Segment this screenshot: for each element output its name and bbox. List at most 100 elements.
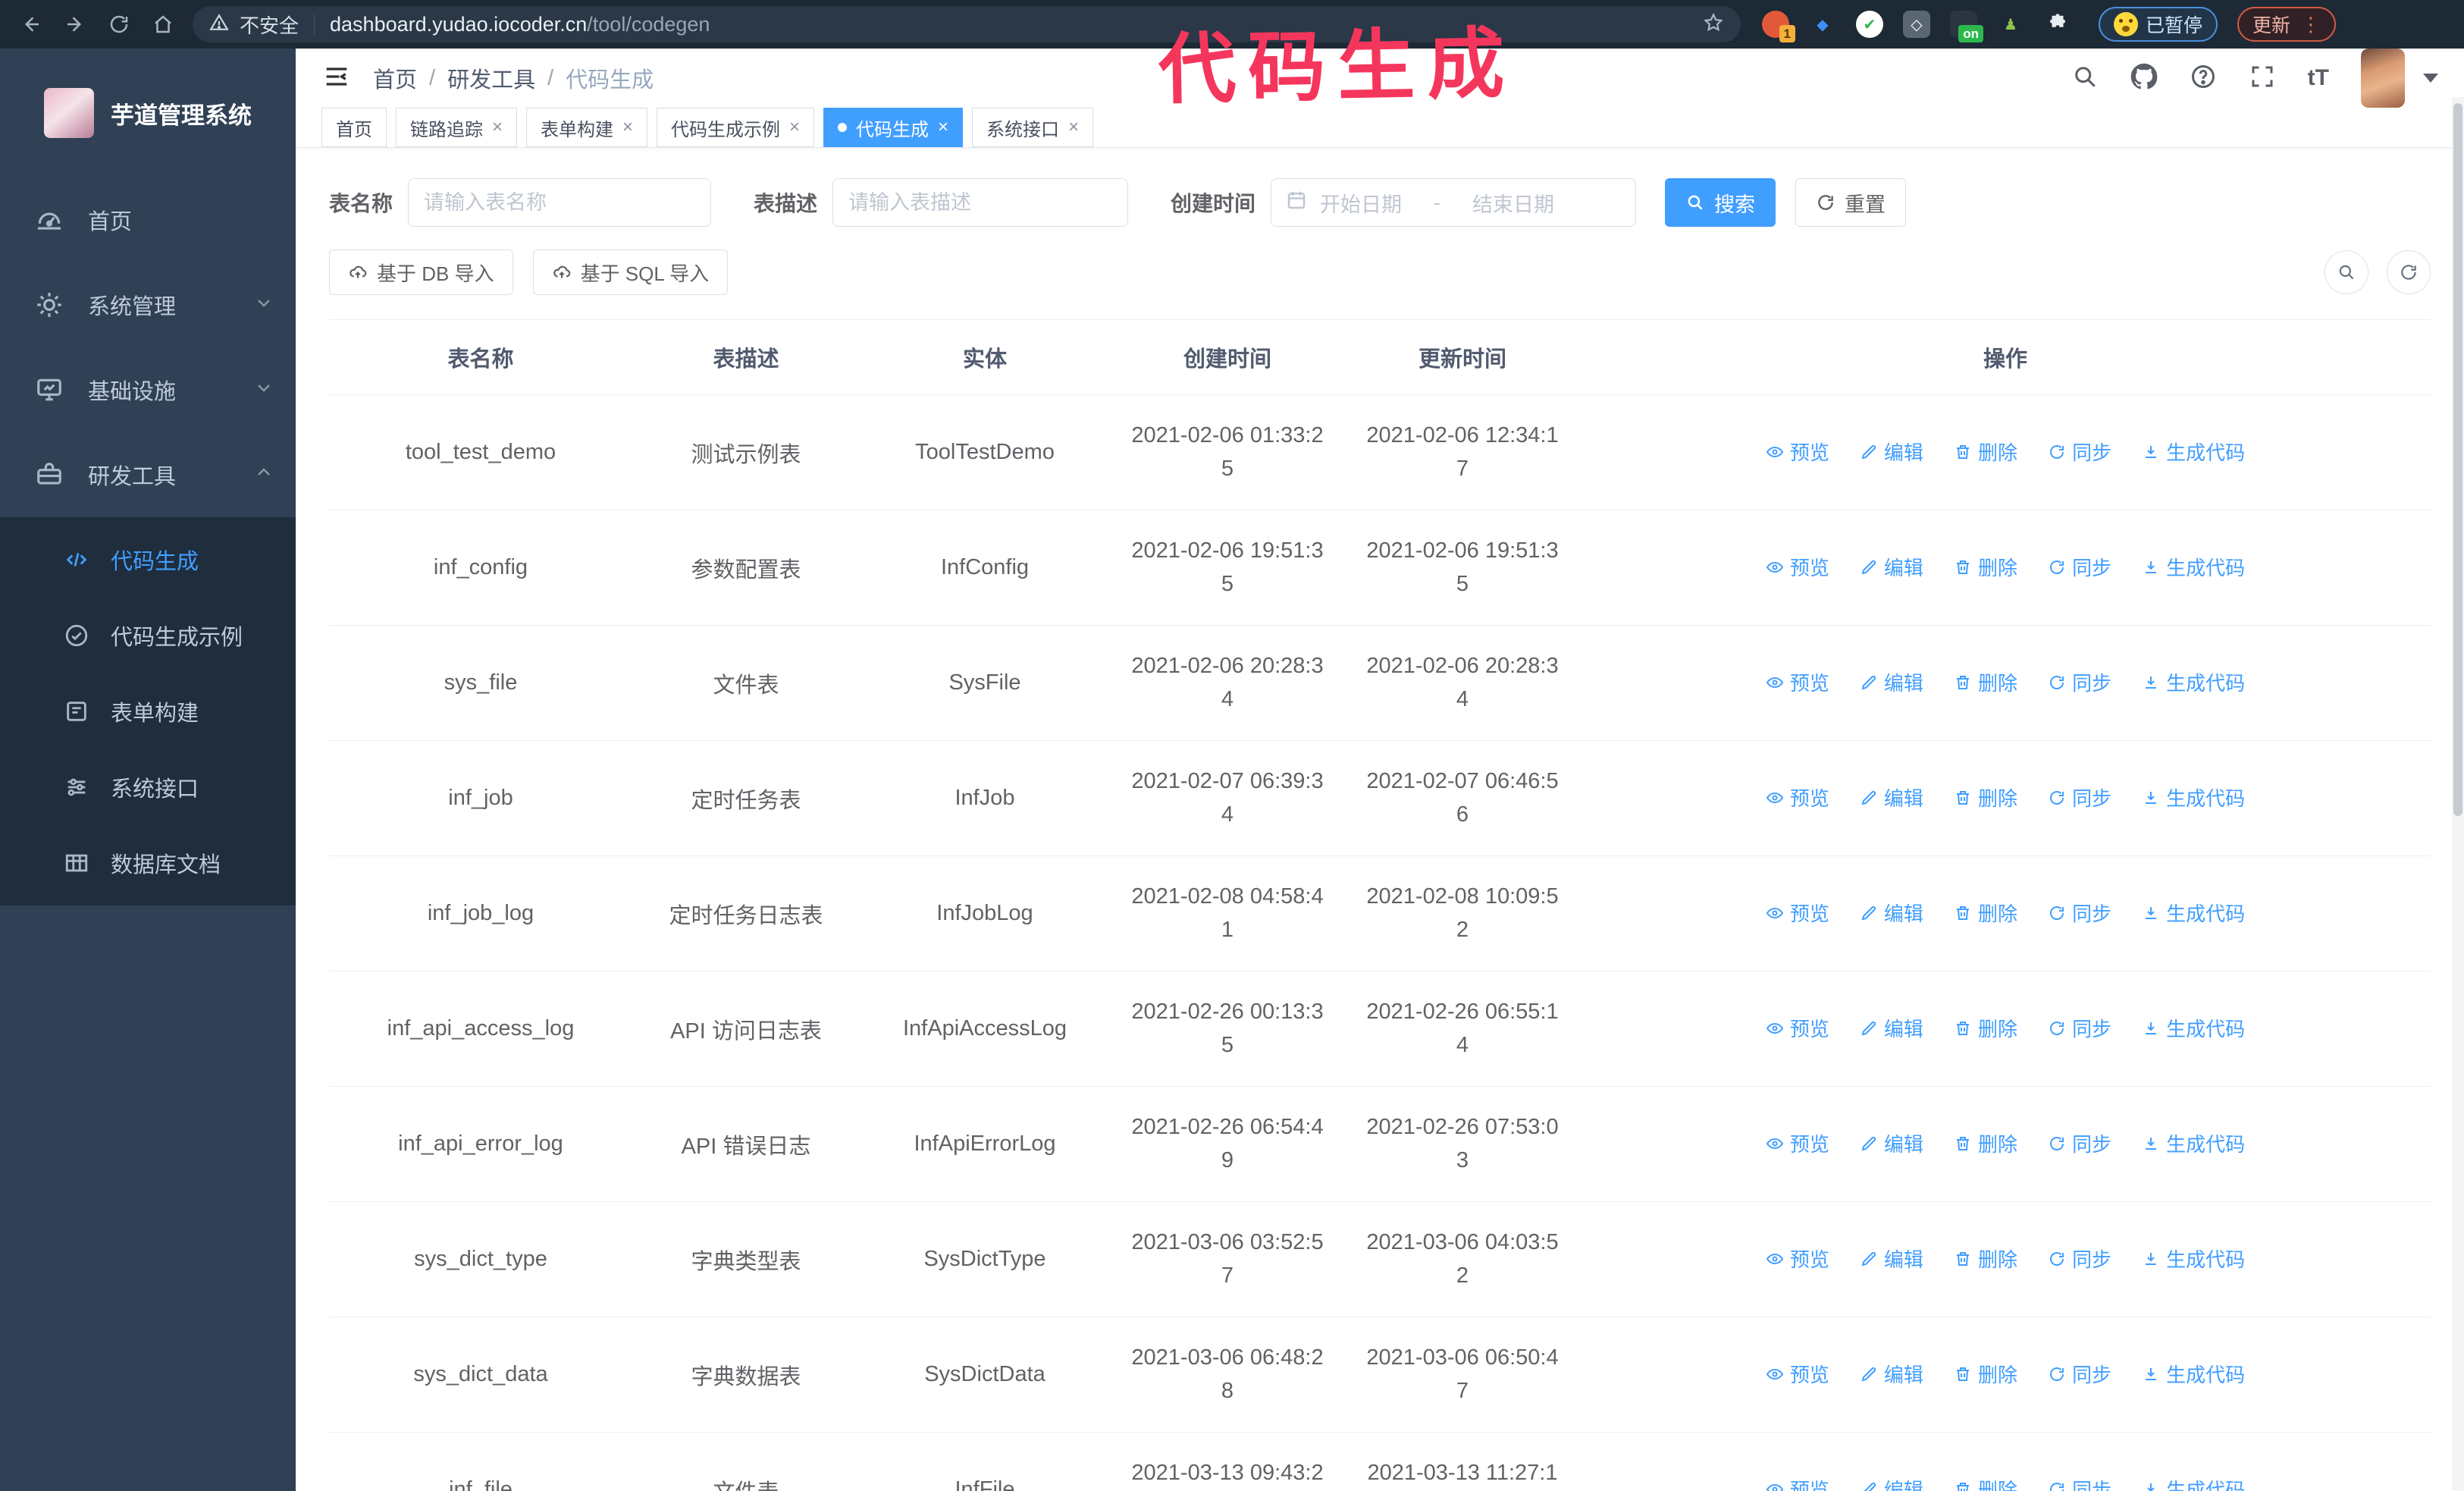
edit-link[interactable]: 编辑 [1860, 668, 1923, 696]
browser-home-icon[interactable] [149, 10, 177, 39]
sync-link[interactable]: 同步 [2048, 1245, 2111, 1273]
security-warning-icon[interactable] [209, 13, 229, 36]
generate-code-link[interactable]: 生成代码 [2142, 438, 2245, 466]
browser-reload-icon[interactable] [105, 10, 133, 39]
delete-link[interactable]: 删除 [1954, 438, 2017, 466]
hamburger-icon[interactable] [321, 61, 352, 96]
extension-icon[interactable]: ◇ [1903, 11, 1930, 38]
date-range-picker[interactable]: 开始日期 - 结束日期 [1271, 178, 1637, 227]
sidebar-item-system-api[interactable]: 系统接口 [0, 749, 296, 825]
delete-link[interactable]: 删除 [1954, 668, 2017, 696]
extension-icon[interactable]: ✔ [1856, 11, 1883, 38]
sync-link[interactable]: 同步 [2048, 1475, 2111, 1491]
preview-link[interactable]: 预览 [1766, 783, 1829, 811]
edit-link[interactable]: 编辑 [1860, 553, 1923, 581]
generate-code-link[interactable]: 生成代码 [2142, 1360, 2245, 1388]
delete-link[interactable]: 删除 [1954, 1360, 2017, 1388]
table-desc-input[interactable] [832, 178, 1129, 227]
search-button[interactable]: 搜索 [1665, 178, 1776, 227]
sidebar-item-home[interactable]: 首页 [0, 177, 296, 262]
preview-link[interactable]: 预览 [1766, 1014, 1829, 1042]
scrollbar-thumb[interactable] [2453, 103, 2462, 816]
close-icon[interactable]: × [789, 118, 800, 137]
sync-link[interactable]: 同步 [2048, 438, 2111, 466]
sync-link[interactable]: 同步 [2048, 1360, 2111, 1388]
generate-code-link[interactable]: 生成代码 [2142, 1245, 2245, 1273]
sync-link[interactable]: 同步 [2048, 783, 2111, 811]
delete-link[interactable]: 删除 [1954, 1475, 2017, 1491]
refresh-table-button[interactable] [2387, 250, 2431, 294]
browser-forward-icon[interactable] [61, 10, 89, 39]
bookmark-star-icon[interactable] [1703, 12, 1724, 37]
profile-paused-badge[interactable]: 已暂停 [2099, 7, 2218, 42]
sidebar-item-form-builder[interactable]: 表单构建 [0, 673, 296, 749]
tab-tracing[interactable]: 链路追踪 × [396, 108, 518, 147]
reset-button[interactable]: 重置 [1795, 178, 1907, 227]
close-icon[interactable]: × [1068, 118, 1079, 137]
preview-link[interactable]: 预览 [1766, 1475, 1829, 1491]
generate-code-link[interactable]: 生成代码 [2142, 668, 2245, 696]
edit-link[interactable]: 编辑 [1860, 1014, 1923, 1042]
close-icon[interactable]: × [938, 118, 948, 137]
import-sql-button[interactable]: 基于 SQL 导入 [532, 250, 729, 295]
generate-code-link[interactable]: 生成代码 [2142, 783, 2245, 811]
generate-code-link[interactable]: 生成代码 [2142, 1475, 2245, 1491]
github-icon[interactable] [2130, 63, 2158, 94]
generate-code-link[interactable]: 生成代码 [2142, 553, 2245, 581]
import-db-button[interactable]: 基于 DB 导入 [329, 250, 513, 295]
preview-link[interactable]: 预览 [1766, 438, 1829, 466]
help-icon[interactable] [2190, 63, 2217, 94]
sync-link[interactable]: 同步 [2048, 668, 2111, 696]
app-logo-row[interactable]: 芋道管理系统 [0, 49, 296, 177]
extension-icon[interactable]: on [1950, 11, 1983, 42]
edit-link[interactable]: 编辑 [1860, 1475, 1923, 1491]
sync-link[interactable]: 同步 [2048, 553, 2111, 581]
preview-link[interactable]: 预览 [1766, 553, 1829, 581]
table-name-input[interactable] [408, 178, 712, 227]
delete-link[interactable]: 删除 [1954, 783, 2017, 811]
edit-link[interactable]: 编辑 [1860, 899, 1923, 927]
preview-link[interactable]: 预览 [1766, 1245, 1829, 1273]
tab-codegen-example[interactable]: 代码生成示例 × [657, 108, 815, 147]
close-icon[interactable]: × [622, 118, 633, 137]
puzzle-extensions-icon[interactable] [2044, 11, 2071, 38]
browser-back-icon[interactable] [17, 10, 45, 39]
extension-icon[interactable]: 1 [1762, 11, 1795, 42]
sidebar-item-db-doc[interactable]: 数据库文档 [0, 825, 296, 901]
breadcrumb-home[interactable]: 首页 [373, 62, 417, 94]
edit-link[interactable]: 编辑 [1860, 1245, 1923, 1273]
sidebar-item-infra[interactable]: 基础设施 [0, 347, 296, 432]
sync-link[interactable]: 同步 [2048, 1129, 2111, 1157]
tab-form-builder[interactable]: 表单构建 × [526, 108, 648, 147]
preview-link[interactable]: 预览 [1766, 1129, 1829, 1157]
delete-link[interactable]: 删除 [1954, 553, 2017, 581]
edit-link[interactable]: 编辑 [1860, 438, 1923, 466]
sync-link[interactable]: 同步 [2048, 899, 2111, 927]
address-bar[interactable]: 不安全 dashboard.yudao.iocoder.cn/tool/code… [193, 6, 1741, 42]
breadcrumb-devtools[interactable]: 研发工具 [447, 62, 535, 94]
search-icon[interactable] [2071, 63, 2099, 94]
delete-link[interactable]: 删除 [1954, 1014, 2017, 1042]
preview-link[interactable]: 预览 [1766, 899, 1829, 927]
extension-icon[interactable]: ♟ [1997, 11, 2024, 38]
edit-link[interactable]: 编辑 [1860, 1129, 1923, 1157]
preview-link[interactable]: 预览 [1766, 668, 1829, 696]
preview-link[interactable]: 预览 [1766, 1360, 1829, 1388]
font-size-icon[interactable]: tT [2308, 65, 2329, 91]
extension-icon[interactable]: ◆ [1809, 11, 1836, 38]
delete-link[interactable]: 删除 [1954, 1129, 2017, 1157]
generate-code-link[interactable]: 生成代码 [2142, 1129, 2245, 1157]
delete-link[interactable]: 删除 [1954, 1245, 2017, 1273]
sidebar-item-system[interactable]: 系统管理 [0, 262, 296, 347]
tab-home[interactable]: 首页 [321, 108, 387, 147]
edit-link[interactable]: 编辑 [1860, 1360, 1923, 1388]
avatar-caret-icon[interactable] [2423, 74, 2438, 83]
sidebar-item-codegen[interactable]: 代码生成 [0, 522, 296, 598]
browser-update-button[interactable]: 更新 ⋮ [2237, 7, 2337, 42]
sidebar-item-devtools[interactable]: 研发工具 [0, 432, 296, 517]
generate-code-link[interactable]: 生成代码 [2142, 899, 2245, 927]
delete-link[interactable]: 删除 [1954, 899, 2017, 927]
edit-link[interactable]: 编辑 [1860, 783, 1923, 811]
close-icon[interactable]: × [492, 118, 503, 137]
tab-codegen[interactable]: 代码生成 × [823, 108, 964, 147]
